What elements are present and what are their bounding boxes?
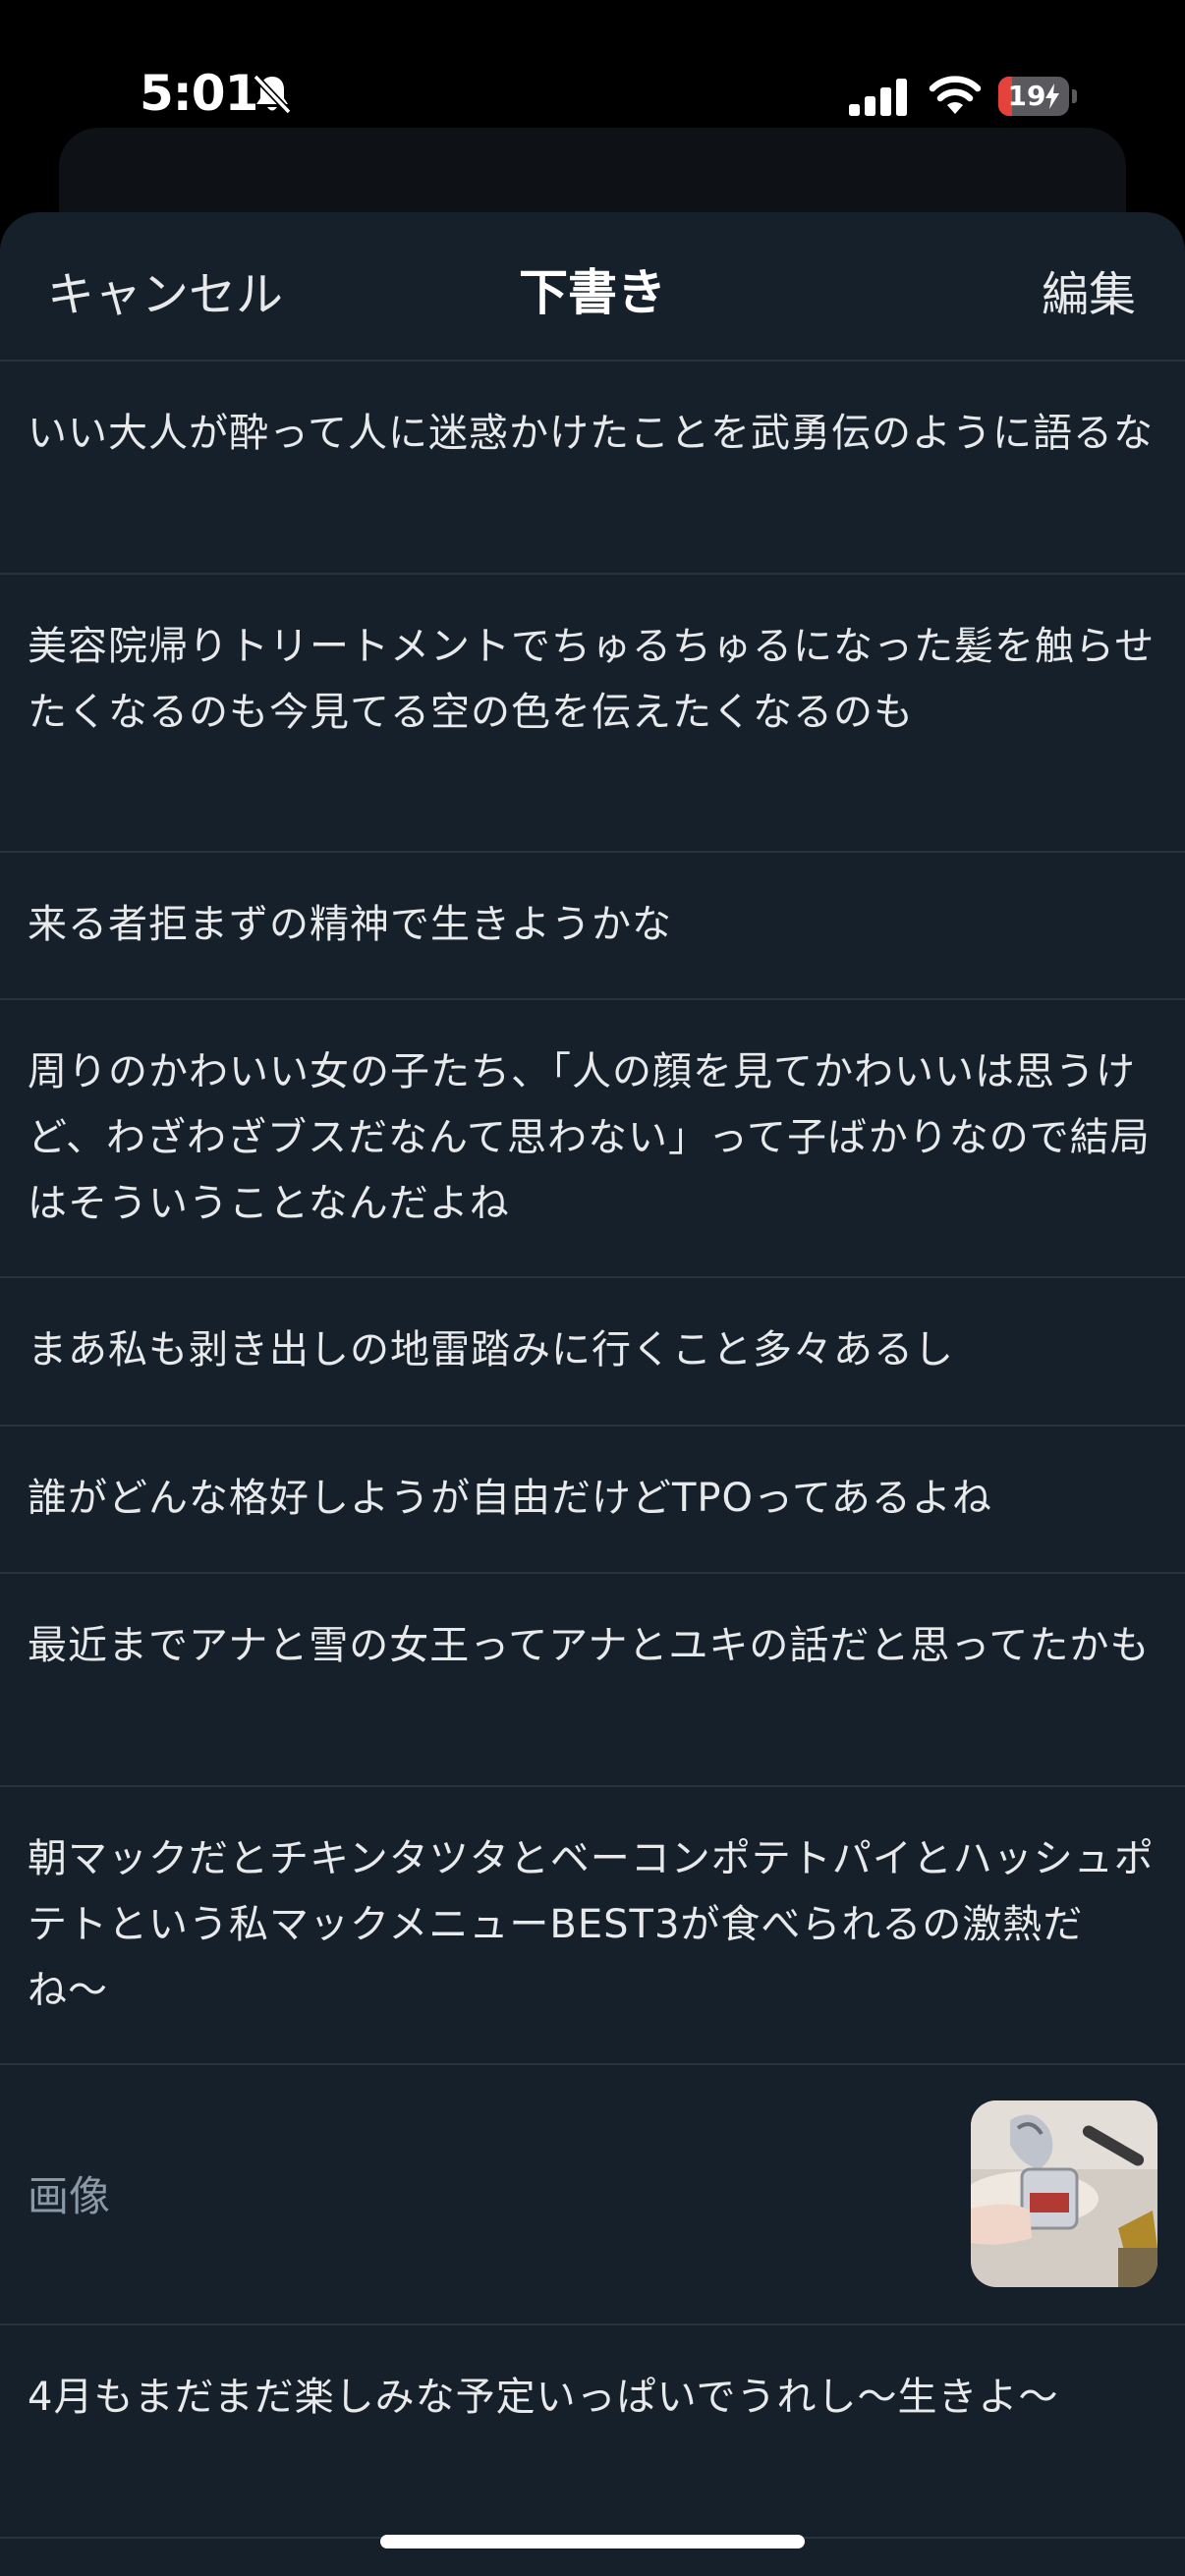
draft-item-media[interactable]: 画像 xyxy=(0,2065,1185,2325)
thumbnail-photo-icon xyxy=(971,2100,1157,2287)
draft-item[interactable]: 誰がどんな格好しようが自由だけどTPOってあるよね xyxy=(0,1427,1185,1574)
media-label: 画像 xyxy=(28,2172,111,2220)
draft-item[interactable]: まあ私も剥き出しの地雷踏みに行くこと多々あるし xyxy=(0,1278,1185,1427)
wifi-icon xyxy=(929,76,982,114)
draft-text: 朝マックだとチキンタツタとベーコンポテトパイとハッシュポテトという私マックメニュ… xyxy=(28,1836,1155,2013)
draft-text: いい大人が酔って人に迷惑かけたことを武勇伝のように語るな xyxy=(28,411,1154,456)
draft-text: 美容院帰りトリートメントでちゅるちゅるになった髪を触らせたくなるのも今見てる空の… xyxy=(28,624,1156,735)
draft-thumbnail-image xyxy=(971,2100,1157,2287)
draft-item[interactable]: 来る者拒まずの精神で生きようかな xyxy=(0,853,1185,1000)
draft-list: いい大人が酔って人に迷惑かけたことを武勇伝のように語るな 美容院帰りトリートメン… xyxy=(0,362,1185,2539)
draft-item[interactable]: 4月もまだまだ楽しみな予定いっぱいでうれし〜生きよ〜 xyxy=(0,2325,1185,2539)
signal-icon xyxy=(849,79,907,116)
drafts-sheet: キャンセル 下書き 編集 いい大人が酔って人に迷惑かけたことを武勇伝のように語る… xyxy=(0,212,1185,2576)
battery-cap xyxy=(1072,89,1077,103)
status-time: 5:01 xyxy=(140,65,258,122)
bell-slash-icon xyxy=(253,74,292,115)
draft-text: まあ私も剥き出しの地雷踏みに行くこと多々あるし xyxy=(28,1327,954,1372)
page-title: 下書き xyxy=(519,264,666,321)
draft-item[interactable]: 最近までアナと雪の女王ってアナとユキの話だと思ってたかも xyxy=(0,1574,1185,1787)
status-bar: 5:01 19 xyxy=(0,0,1185,128)
battery-indicator: 19 xyxy=(998,77,1077,116)
draft-item[interactable]: いい大人が酔って人に迷惑かけたことを武勇伝のように語るな xyxy=(0,362,1185,575)
edit-button[interactable]: 編集 xyxy=(1042,255,1136,324)
battery-level: 19 xyxy=(998,77,1069,116)
home-indicator[interactable] xyxy=(380,2535,805,2548)
draft-text: 4月もまだまだ楽しみな予定いっぱいでうれし〜生きよ〜 xyxy=(28,2375,1059,2420)
draft-item[interactable]: 美容院帰りトリートメントでちゅるちゅるになった髪を触らせたくなるのも今見てる空の… xyxy=(0,575,1185,853)
draft-text: 周りのかわいい女の子たち、「人の顔を見てかわいいは思うけど、わざわざブスだなんて… xyxy=(28,1049,1151,1226)
draft-text: 誰がどんな格好しようが自由だけどTPOってあるよね xyxy=(28,1476,992,1521)
nav-bar: キャンセル 下書き 編集 xyxy=(0,212,1185,362)
charging-bolt-icon xyxy=(1045,84,1060,109)
draft-item[interactable]: 周りのかわいい女の子たち、「人の顔を見てかわいいは思うけど、わざわざブスだなんて… xyxy=(0,1000,1185,1278)
draft-text: 来る者拒まずの精神で生きようかな xyxy=(28,902,672,947)
draft-text: 最近までアナと雪の女王ってアナとユキの話だと思ってたかも xyxy=(28,1623,1151,1668)
draft-item[interactable]: 朝マックだとチキンタツタとベーコンポテトパイとハッシュポテトという私マックメニュ… xyxy=(0,1787,1185,2065)
battery-body: 19 xyxy=(998,77,1069,116)
